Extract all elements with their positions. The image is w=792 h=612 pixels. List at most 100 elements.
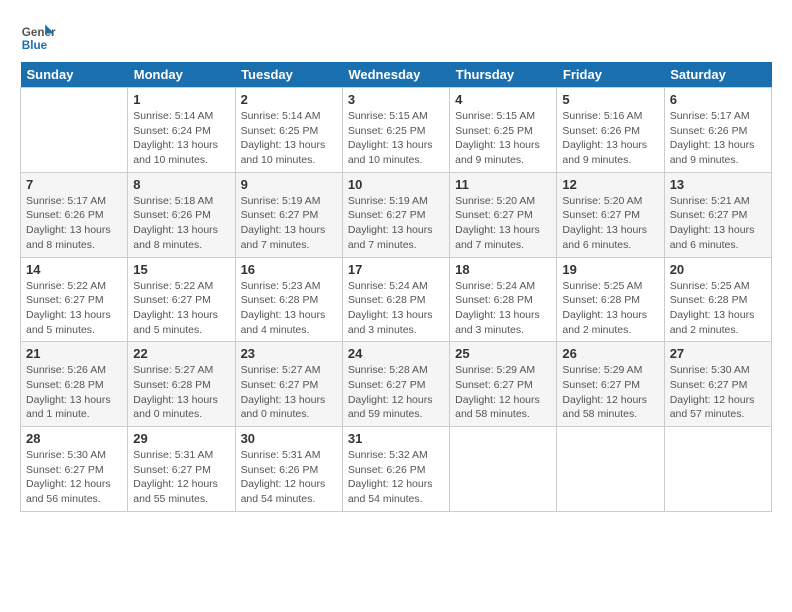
day-info: Sunrise: 5:15 AM Sunset: 6:25 PM Dayligh… [455, 109, 551, 168]
day-cell: 7 Sunrise: 5:17 AM Sunset: 6:26 PM Daylig… [21, 172, 128, 257]
day-number: 26 [562, 346, 658, 361]
day-info: Sunrise: 5:17 AM Sunset: 6:26 PM Dayligh… [26, 194, 122, 253]
day-cell: 28 Sunrise: 5:30 AM Sunset: 6:27 PM Dayli… [21, 427, 128, 512]
day-info: Sunrise: 5:32 AM Sunset: 6:26 PM Dayligh… [348, 448, 444, 507]
day-number: 20 [670, 262, 766, 277]
calendar-table: SundayMondayTuesdayWednesdayThursdayFrid… [20, 62, 772, 512]
day-cell [450, 427, 557, 512]
day-info: Sunrise: 5:24 AM Sunset: 6:28 PM Dayligh… [455, 279, 551, 338]
day-info: Sunrise: 5:25 AM Sunset: 6:28 PM Dayligh… [670, 279, 766, 338]
day-cell: 15 Sunrise: 5:22 AM Sunset: 6:27 PM Dayli… [128, 257, 235, 342]
day-cell: 16Sunrise: 5:23 AM Sunset: 6:28 PM Dayli… [235, 257, 342, 342]
day-number: 9 [241, 177, 337, 192]
day-number: 3 [348, 92, 444, 107]
weekday-header-thursday: Thursday [450, 62, 557, 88]
day-cell [21, 88, 128, 173]
day-number: 15 [133, 262, 229, 277]
day-cell: 29 Sunrise: 5:31 AM Sunset: 6:27 PM Dayli… [128, 427, 235, 512]
day-info: Sunrise: 5:19 AM Sunset: 6:27 PM Dayligh… [241, 194, 337, 253]
day-info: Sunrise: 5:30 AM Sunset: 6:27 PM Dayligh… [670, 363, 766, 422]
day-cell: 19 Sunrise: 5:25 AM Sunset: 6:28 PM Dayli… [557, 257, 664, 342]
day-cell [664, 427, 771, 512]
day-number: 19 [562, 262, 658, 277]
day-cell: 24 Sunrise: 5:28 AM Sunset: 6:27 PM Dayli… [342, 342, 449, 427]
day-number: 22 [133, 346, 229, 361]
day-number: 1 [133, 92, 229, 107]
day-number: 16 [241, 262, 337, 277]
day-number: 14 [26, 262, 122, 277]
day-number: 28 [26, 431, 122, 446]
day-info: Sunrise: 5:27 AM Sunset: 6:27 PM Dayligh… [241, 363, 337, 422]
svg-text:Blue: Blue [22, 39, 48, 52]
day-info: Sunrise: 5:20 AM Sunset: 6:27 PM Dayligh… [455, 194, 551, 253]
day-number: 18 [455, 262, 551, 277]
day-number: 7 [26, 177, 122, 192]
day-cell: 18 Sunrise: 5:24 AM Sunset: 6:28 PM Dayli… [450, 257, 557, 342]
day-cell: 27 Sunrise: 5:30 AM Sunset: 6:27 PM Dayli… [664, 342, 771, 427]
day-info: Sunrise: 5:25 AM Sunset: 6:28 PM Dayligh… [562, 279, 658, 338]
day-info: Sunrise: 5:28 AM Sunset: 6:27 PM Dayligh… [348, 363, 444, 422]
day-info: Sunrise: 5:29 AM Sunset: 6:27 PM Dayligh… [455, 363, 551, 422]
week-row-2: 7 Sunrise: 5:17 AM Sunset: 6:26 PM Daylig… [21, 172, 772, 257]
day-cell: 22 Sunrise: 5:27 AM Sunset: 6:28 PM Dayli… [128, 342, 235, 427]
day-cell: 12Sunrise: 5:20 AM Sunset: 6:27 PM Dayli… [557, 172, 664, 257]
day-info: Sunrise: 5:27 AM Sunset: 6:28 PM Dayligh… [133, 363, 229, 422]
day-cell: 25Sunrise: 5:29 AM Sunset: 6:27 PM Dayli… [450, 342, 557, 427]
day-info: Sunrise: 5:16 AM Sunset: 6:26 PM Dayligh… [562, 109, 658, 168]
day-number: 24 [348, 346, 444, 361]
day-cell: 11 Sunrise: 5:20 AM Sunset: 6:27 PM Dayli… [450, 172, 557, 257]
day-cell: 9 Sunrise: 5:19 AM Sunset: 6:27 PM Daylig… [235, 172, 342, 257]
day-info: Sunrise: 5:31 AM Sunset: 6:27 PM Dayligh… [133, 448, 229, 507]
day-cell: 20 Sunrise: 5:25 AM Sunset: 6:28 PM Dayli… [664, 257, 771, 342]
day-cell: 5 Sunrise: 5:16 AM Sunset: 6:26 PM Daylig… [557, 88, 664, 173]
day-cell: 8 Sunrise: 5:18 AM Sunset: 6:26 PM Daylig… [128, 172, 235, 257]
day-number: 30 [241, 431, 337, 446]
day-number: 31 [348, 431, 444, 446]
day-cell: 31 Sunrise: 5:32 AM Sunset: 6:26 PM Dayli… [342, 427, 449, 512]
day-number: 13 [670, 177, 766, 192]
day-number: 2 [241, 92, 337, 107]
day-cell: 6Sunrise: 5:17 AM Sunset: 6:26 PM Daylig… [664, 88, 771, 173]
day-cell: 14Sunrise: 5:22 AM Sunset: 6:27 PM Dayli… [21, 257, 128, 342]
day-cell: 21Sunrise: 5:26 AM Sunset: 6:28 PM Dayli… [21, 342, 128, 427]
day-number: 23 [241, 346, 337, 361]
day-info: Sunrise: 5:18 AM Sunset: 6:26 PM Dayligh… [133, 194, 229, 253]
week-row-3: 14 Sunrise: 5:22 AM Sunset: 6:27 PM Dayli… [21, 257, 772, 342]
logo-icon: General Blue [20, 20, 56, 56]
day-number: 12 [562, 177, 658, 192]
day-cell: 23 Sunrise: 5:27 AM Sunset: 6:27 PM Dayli… [235, 342, 342, 427]
day-info: Sunrise: 5:30 AM Sunset: 6:27 PM Dayligh… [26, 448, 122, 507]
day-number: 17 [348, 262, 444, 277]
weekday-header-wednesday: Wednesday [342, 62, 449, 88]
week-row-4: 21Sunrise: 5:26 AM Sunset: 6:28 PM Dayli… [21, 342, 772, 427]
day-cell: 1Sunrise: 5:14 AM Sunset: 6:24 PM Daylig… [128, 88, 235, 173]
day-info: Sunrise: 5:21 AM Sunset: 6:27 PM Dayligh… [670, 194, 766, 253]
day-info: Sunrise: 5:15 AM Sunset: 6:25 PM Dayligh… [348, 109, 444, 168]
day-number: 27 [670, 346, 766, 361]
day-cell: 30Sunrise: 5:31 AM Sunset: 6:26 PM Dayli… [235, 427, 342, 512]
day-info: Sunrise: 5:22 AM Sunset: 6:27 PM Dayligh… [133, 279, 229, 338]
day-number: 21 [26, 346, 122, 361]
day-number: 5 [562, 92, 658, 107]
day-cell [557, 427, 664, 512]
weekday-header-monday: Monday [128, 62, 235, 88]
weekday-header-tuesday: Tuesday [235, 62, 342, 88]
weekday-header-sunday: Sunday [21, 62, 128, 88]
weekday-header-saturday: Saturday [664, 62, 771, 88]
day-cell: 17Sunrise: 5:24 AM Sunset: 6:28 PM Dayli… [342, 257, 449, 342]
day-number: 11 [455, 177, 551, 192]
week-row-5: 28 Sunrise: 5:30 AM Sunset: 6:27 PM Dayli… [21, 427, 772, 512]
day-number: 29 [133, 431, 229, 446]
weekday-header-row: SundayMondayTuesdayWednesdayThursdayFrid… [21, 62, 772, 88]
day-info: Sunrise: 5:14 AM Sunset: 6:25 PM Dayligh… [241, 109, 337, 168]
day-info: Sunrise: 5:29 AM Sunset: 6:27 PM Dayligh… [562, 363, 658, 422]
weekday-header-friday: Friday [557, 62, 664, 88]
day-cell: 3 Sunrise: 5:15 AM Sunset: 6:25 PM Daylig… [342, 88, 449, 173]
day-info: Sunrise: 5:19 AM Sunset: 6:27 PM Dayligh… [348, 194, 444, 253]
day-cell: 2 Sunrise: 5:14 AM Sunset: 6:25 PM Daylig… [235, 88, 342, 173]
day-cell: 10 Sunrise: 5:19 AM Sunset: 6:27 PM Dayli… [342, 172, 449, 257]
day-number: 4 [455, 92, 551, 107]
day-number: 10 [348, 177, 444, 192]
header: General Blue [20, 20, 772, 56]
day-number: 8 [133, 177, 229, 192]
